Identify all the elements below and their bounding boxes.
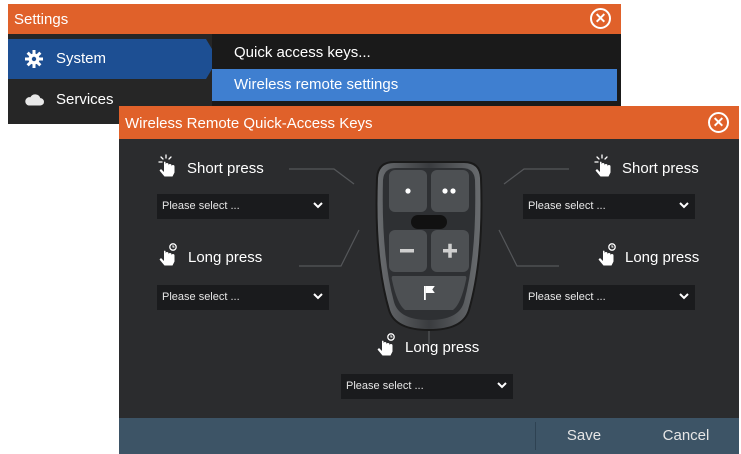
save-button[interactable]: Save <box>537 418 631 454</box>
hand-hold-icon <box>377 333 395 356</box>
right-short-press-label: Short press <box>593 154 703 180</box>
sidebar-item-system[interactable]: System <box>8 39 218 79</box>
chevron-down-icon <box>679 293 689 300</box>
sidebar-item-label: Services <box>56 91 114 108</box>
wireless-remote-dialog: Wireless Remote Quick-Access Keys ✕ Shor… <box>119 106 739 454</box>
select-value: Please select ... <box>346 380 424 392</box>
gear-icon <box>25 50 43 68</box>
press-label: Short press <box>187 160 264 177</box>
sidebar-item-label: System <box>56 50 107 67</box>
hand-hold-icon <box>598 243 616 266</box>
select-value: Please select ... <box>162 291 240 303</box>
select-value: Please select ... <box>528 200 606 212</box>
close-icon: ✕ <box>594 10 607 26</box>
right-long-press-select[interactable]: Please select ... <box>523 285 695 310</box>
settings-titlebar: Settings ✕ <box>8 4 621 34</box>
press-label: Long press <box>625 249 700 266</box>
select-value: Please select ... <box>162 200 240 212</box>
press-label: Long press <box>188 249 263 266</box>
chevron-down-icon <box>313 202 323 209</box>
dialog-footer: Save Cancel <box>119 418 739 454</box>
hand-hold-icon <box>159 243 177 266</box>
wireless-remote-illustration <box>375 161 483 332</box>
menu-item-label: Wireless remote settings <box>234 76 399 93</box>
chevron-down-icon <box>679 202 689 209</box>
left-short-press-select[interactable]: Please select ... <box>157 194 329 219</box>
press-label: Long press <box>405 339 480 356</box>
hand-tap-icon <box>158 154 175 177</box>
remote-button-double-dot <box>431 170 469 212</box>
menu-item-label: Quick access keys... <box>234 44 371 61</box>
menu-item-quick-access-keys[interactable]: Quick access keys... <box>212 37 617 69</box>
right-short-press-select[interactable]: Please select ... <box>523 194 695 219</box>
settings-title: Settings <box>14 11 69 28</box>
menu-item-wireless-remote-settings[interactable]: Wireless remote settings <box>212 69 617 101</box>
chevron-down-icon <box>313 293 323 300</box>
cancel-button[interactable]: Cancel <box>633 418 739 454</box>
settings-close-button[interactable]: ✕ <box>590 8 611 29</box>
cloud-icon <box>25 94 44 106</box>
left-long-press-select[interactable]: Please select ... <box>157 285 329 310</box>
left-short-press-label: Short press <box>157 154 297 180</box>
right-long-press-label: Long press <box>596 243 706 269</box>
press-label: Short press <box>622 160 699 177</box>
left-long-press-label: Long press <box>157 243 297 269</box>
select-value: Please select ... <box>528 291 606 303</box>
chevron-down-icon <box>497 382 507 389</box>
footer-divider <box>535 422 536 450</box>
bottom-long-press-label: Long press <box>375 333 495 359</box>
bottom-long-press-select[interactable]: Please select ... <box>341 374 513 399</box>
hand-tap-icon <box>594 154 611 177</box>
